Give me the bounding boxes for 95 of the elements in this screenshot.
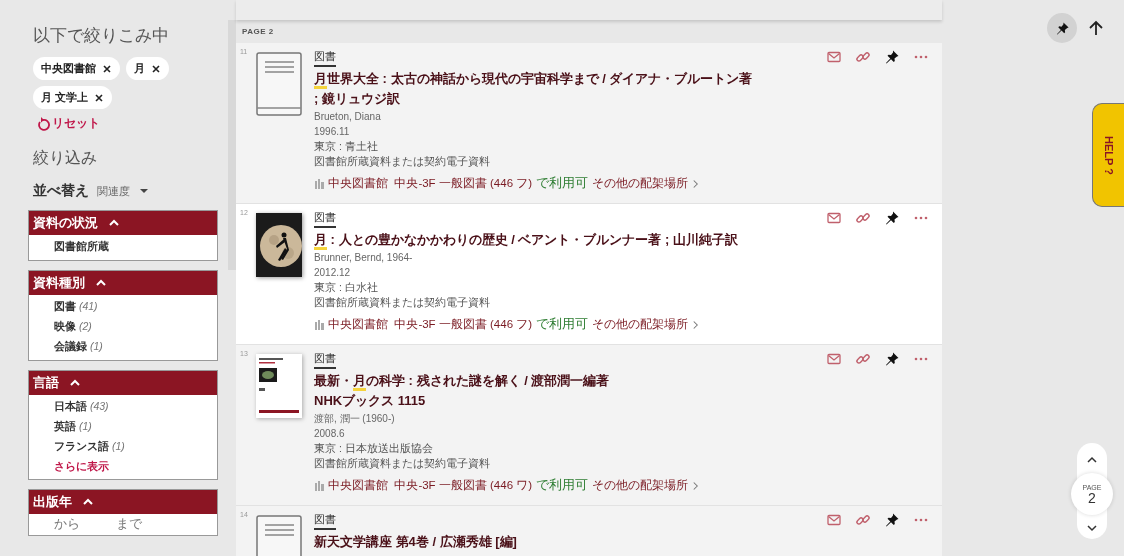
year-from-field[interactable]: から: [54, 515, 110, 532]
chevron-icon: [692, 178, 700, 189]
close-icon: [102, 63, 112, 74]
facet-option[interactable]: フランス語 (1): [54, 437, 217, 457]
material-type: 図書: [314, 211, 336, 228]
link-icon: [855, 210, 871, 226]
author-text: Brueton, Diana: [314, 110, 382, 124]
title-link[interactable]: 月 : 人との豊かなかかわりの歴史 / ベアント・ブルンナー著 ; 山川純子訳: [314, 230, 754, 250]
pin-button[interactable]: [884, 512, 901, 528]
close-icon: [151, 63, 161, 74]
material-type: 図書: [314, 50, 336, 67]
sort-label: 並べ替え: [33, 182, 89, 200]
chevron-down-icon: [1087, 524, 1097, 532]
pin-icon: [1054, 20, 1070, 36]
show-more-link[interactable]: さらに表示: [54, 457, 217, 476]
link-button[interactable]: [855, 210, 872, 226]
email-button[interactable]: [826, 49, 843, 65]
date-text: 1996.11: [314, 125, 351, 139]
facet-option[interactable]: 図書 (41): [54, 297, 217, 317]
link-button[interactable]: [855, 351, 872, 367]
material-type: 図書: [314, 352, 336, 369]
date-text: 2012.12: [314, 266, 352, 280]
title-link[interactable]: 月世界大全 : 太古の神話から現代の宇宙科学まで / ダイアナ・ブルートン著 ; 鏡リュウジ訳: [314, 69, 754, 109]
location-text: 中央図書館 中央-3F 一般図書 (446 ワ): [328, 478, 533, 493]
facet-header[interactable]: 資料の状況: [29, 211, 217, 235]
sort-dropdown[interactable]: 関連度: [97, 183, 148, 199]
mail-icon: [826, 210, 842, 226]
facet-header[interactable]: 出版年: [29, 490, 217, 514]
pin-button[interactable]: [884, 210, 901, 226]
facet-option[interactable]: 会議録 (1): [54, 337, 217, 357]
mail-icon: [826, 351, 842, 367]
source-text: 図書館所蔵資料または契約電子資料: [314, 456, 491, 471]
availability-text: で利用可: [536, 175, 589, 192]
link-button[interactable]: [855, 512, 872, 528]
facet-header[interactable]: 言語: [29, 371, 217, 395]
reset-icon: [36, 116, 50, 131]
source-text: 図書館所蔵資料または契約電子資料: [314, 154, 491, 169]
link-icon: [855, 49, 871, 65]
pin-icon: [884, 512, 900, 528]
close-icon: [94, 92, 105, 103]
pin-button[interactable]: [884, 351, 901, 367]
location-text: 中央図書館 中央-3F 一般図書 (446 フ): [328, 317, 533, 332]
section-title: 以下で絞りこみ中: [33, 25, 170, 47]
chevron-up-icon: [1087, 456, 1097, 464]
pin-icon: [884, 49, 900, 65]
filter-chip[interactable]: 月: [126, 57, 169, 80]
author-text: 渡部, 潤一 (1960-): [314, 412, 396, 426]
title-link[interactable]: 新天文学講座 第4巻 / 広瀬秀雄 [編]: [314, 532, 754, 552]
email-button[interactable]: [826, 512, 843, 528]
facet-option[interactable]: 英語 (1): [54, 417, 217, 437]
publisher-text: 東京 : 青土社: [314, 139, 379, 154]
publisher-text: 東京 : 白水社: [314, 280, 379, 295]
pinned-button[interactable]: [1047, 13, 1077, 43]
other-locations-link[interactable]: その他の配架場所: [592, 478, 700, 493]
email-button[interactable]: [826, 351, 843, 367]
title-link[interactable]: 最新・月の科学 : 残された謎を解く / 渡部潤一編著: [314, 371, 754, 391]
link-icon: [855, 351, 871, 367]
facet-option[interactable]: 映像 (2): [54, 317, 217, 337]
book-icon: [256, 52, 302, 116]
filter-chip[interactable]: 中央図書館: [33, 57, 120, 80]
email-button[interactable]: [826, 210, 843, 226]
date-text: 2008.6: [314, 427, 346, 441]
pin-icon: [884, 210, 900, 226]
page-number: 2: [1088, 490, 1096, 505]
facet-option[interactable]: 図書館所蔵: [54, 237, 217, 257]
pin-icon: [884, 351, 900, 367]
reset-button[interactable]: リセット: [36, 115, 218, 132]
location-text: 中央図書館 中央-3F 一般図書 (446 フ): [328, 176, 533, 191]
pin-button[interactable]: [884, 49, 901, 65]
series-link[interactable]: NHKブックス 1115: [314, 391, 754, 411]
arrow-up-icon: [1087, 19, 1105, 37]
chevron-icon: [692, 480, 700, 491]
availability-text: で利用可: [536, 316, 589, 333]
scrollbar-thumb[interactable]: [228, 20, 236, 270]
author-text: Brunner, Bernd, 1964-: [314, 251, 414, 265]
mail-icon: [826, 512, 842, 528]
other-locations-link[interactable]: その他の配架場所: [592, 317, 700, 332]
publisher-text: 東京 : 日本放送出版協会: [314, 441, 434, 456]
scroll-top-button[interactable]: [1087, 19, 1105, 37]
caret-icon: [140, 189, 148, 193]
facet-option[interactable]: 日本語 (43): [54, 397, 217, 417]
page-label: PAGE 2: [242, 27, 274, 36]
link-icon: [855, 512, 871, 528]
source-text: 図書館所蔵資料または契約電子資料: [314, 295, 491, 310]
facet-header[interactable]: 資料種別: [29, 271, 217, 295]
material-type: 図書: [314, 513, 336, 530]
mail-icon: [826, 49, 842, 65]
year-to-field[interactable]: まで: [116, 515, 172, 532]
chevron-icon: [692, 319, 700, 330]
section-title: 絞り込み: [33, 148, 98, 168]
help-tab[interactable]: HELP ?: [1092, 103, 1124, 207]
availability-text: で利用可: [536, 477, 589, 494]
other-locations-link[interactable]: その他の配架場所: [592, 176, 700, 191]
filter-chip[interactable]: 月 文学上: [33, 86, 113, 109]
link-button[interactable]: [855, 49, 872, 65]
